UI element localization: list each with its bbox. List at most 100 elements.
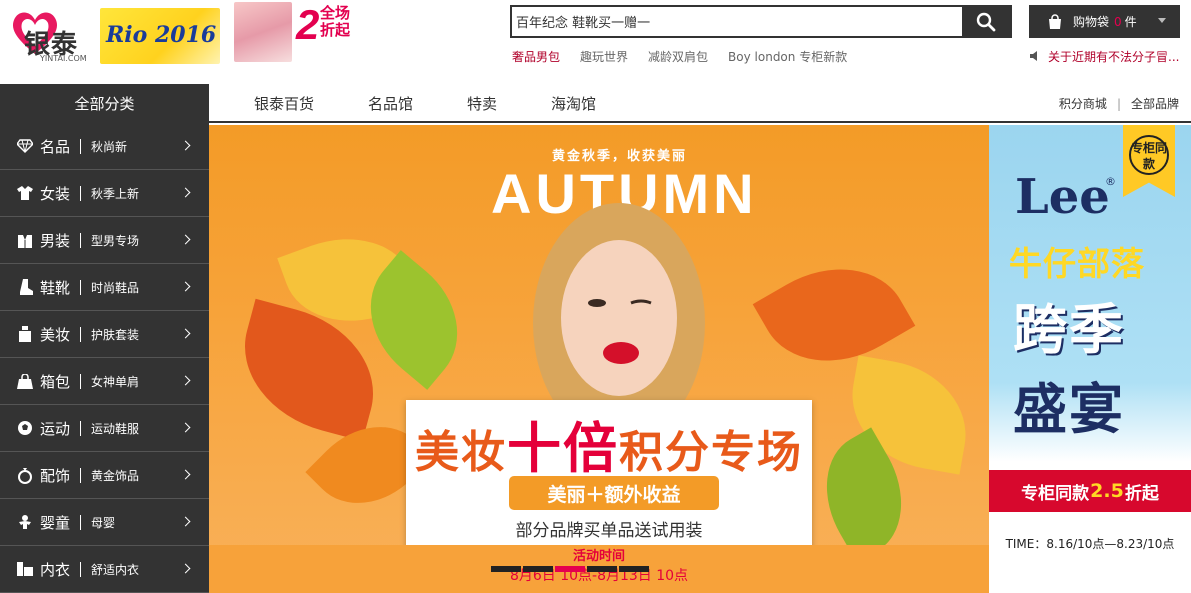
category-divider (80, 514, 82, 530)
nav-link-flash-sale[interactable]: 特卖 (467, 93, 497, 114)
cart-count: 0 (1114, 14, 1122, 29)
promo-model-image (234, 2, 292, 62)
search-button[interactable] (962, 7, 1010, 36)
top-promo-banner[interactable]: 2 全场 折起 (234, 2, 358, 62)
promo-pill: 美丽＋额外收益 (509, 476, 719, 510)
category-divider (80, 232, 82, 248)
category-name: 婴童 (40, 513, 71, 532)
category-divider (80, 561, 82, 577)
category-item-women[interactable]: 女装 秋季上新 (0, 170, 209, 217)
nav-link-yintai-dept[interactable]: 银泰百货 (254, 93, 314, 114)
rio-event-text: Rio 2016 (106, 22, 217, 48)
promo-headline: 美妆十倍积分专场 (406, 404, 812, 483)
chevron-right-icon (180, 140, 191, 151)
category-sub[interactable]: 女神单肩 (91, 373, 139, 390)
category-sub[interactable]: 运动鞋服 (91, 420, 139, 437)
category-name: 美妆 (40, 325, 71, 344)
category-name: 运动 (40, 419, 71, 438)
site-logo[interactable]: 银泰 YINTAI.COM Rio 2016 (2, 4, 220, 64)
nav-separator: | (1116, 96, 1121, 111)
carousel-dot[interactable] (523, 566, 553, 572)
hot-search-words: 奢品男包 趣玩世界 减龄双肩包 Boy london 专柜新款 (512, 48, 847, 65)
carousel-dot[interactable] (587, 566, 617, 572)
category-divider (80, 185, 82, 201)
lee-brand-logo: Lee (1015, 169, 1110, 225)
notice-text: 关于近期有不法分子冒... (1048, 49, 1180, 64)
main-nav: 全部分类 银泰百货 名品馆 特卖 海淘馆 积分商城 | 全部品牌 (0, 84, 1191, 123)
shopping-bag-icon (1049, 13, 1061, 29)
category-item-sports[interactable]: 运动 运动鞋服 (0, 405, 209, 452)
rio-event-logo[interactable]: Rio 2016 (100, 8, 220, 64)
chevron-right-icon (180, 516, 191, 527)
counter-badge: 专柜同款 (1129, 135, 1169, 175)
category-name: 名品 (40, 137, 71, 156)
baby-icon (17, 514, 33, 530)
chevron-right-icon (180, 469, 191, 480)
category-sub[interactable]: 型男专场 (91, 232, 139, 249)
page: 银泰 YINTAI.COM Rio 2016 2 全场 折起 奢品男包 趣玩世界… (0, 0, 1191, 593)
nav-link-all-brands[interactable]: 全部品牌 (1131, 95, 1179, 112)
hot-word-link[interactable]: Boy london 专柜新款 (728, 48, 847, 65)
main-carousel-banner[interactable]: 黄金秋季，收获美丽 AUTUMN 美妆十倍积分专场 美丽＋额外收益 部分品牌买单… (209, 125, 989, 593)
category-item-accessories[interactable]: 配饰 黄金饰品 (0, 452, 209, 499)
category-item-men[interactable]: 男装 型男专场 (0, 217, 209, 264)
category-sub[interactable]: 护肤套装 (91, 326, 139, 343)
hot-word-link[interactable]: 减龄双肩包 (648, 48, 708, 65)
chevron-right-icon (180, 187, 191, 198)
ball-icon (17, 420, 33, 436)
category-name: 内衣 (40, 560, 71, 579)
category-sub[interactable]: 母婴 (91, 514, 115, 531)
chevron-down-icon (1158, 18, 1166, 23)
underwear-icon (17, 561, 33, 577)
nav-link-points-mall[interactable]: 积分商城 (1059, 95, 1107, 112)
carousel-dot[interactable] (619, 566, 649, 572)
speaker-icon (1030, 51, 1037, 61)
chevron-right-icon (180, 563, 191, 574)
shopping-bag-button[interactable]: 购物袋 0 件 (1029, 5, 1180, 38)
search-input[interactable] (512, 7, 964, 36)
category-name: 男装 (40, 231, 71, 250)
category-item-shoes[interactable]: 鞋靴 时尚鞋品 (0, 264, 209, 311)
feast-title: 盛宴 (1013, 378, 1125, 441)
nav-link-brand-hall[interactable]: 名品馆 (368, 93, 413, 114)
category-sub[interactable]: 秋尚新 (91, 138, 127, 155)
headline-part: 美妆 (415, 427, 507, 478)
category-item-bags[interactable]: 箱包 女神单肩 (0, 358, 209, 405)
cosmetics-icon (17, 326, 33, 342)
handbag-icon (17, 373, 33, 389)
promo-subtext: 部分品牌买单品送试用装 (515, 521, 703, 541)
hot-word-link[interactable]: 趣玩世界 (580, 48, 628, 65)
chevron-right-icon (180, 375, 191, 386)
discount-suffix: 折起 (1124, 483, 1159, 504)
cart-unit: 件 (1124, 15, 1137, 29)
hot-word-link[interactable]: 奢品男包 (512, 48, 560, 65)
category-item-underwear[interactable]: 内衣 舒适内衣 (0, 546, 209, 593)
category-item-beauty[interactable]: 美妆 护肤套装 (0, 311, 209, 358)
category-sub[interactable]: 秋季上新 (91, 185, 139, 202)
mens-suit-icon (17, 232, 33, 248)
discount-number: 2.5 (1090, 480, 1124, 502)
cross-season-title: 跨季 (1013, 298, 1125, 361)
category-divider (80, 467, 82, 483)
carousel-dot[interactable] (491, 566, 521, 572)
activity-time-label: 活动时间 (572, 549, 625, 564)
diamond-icon (17, 138, 33, 154)
carousel-indicators (491, 566, 649, 572)
nav-link-overseas[interactable]: 海淘馆 (551, 93, 596, 114)
category-item-luxury[interactable]: 名品 秋尚新 (0, 123, 209, 170)
category-item-baby[interactable]: 婴童 母婴 (0, 499, 209, 546)
all-categories-button[interactable]: 全部分类 (0, 84, 209, 123)
promo-text: 全场 折起 (320, 5, 350, 39)
denim-tribe-title: 牛仔部落 (1009, 244, 1145, 283)
lee-side-ad[interactable]: 专柜同款 Lee ® 牛仔部落 跨季 盛宴 专柜同款 2.5 折起 TIME：8… (989, 125, 1191, 593)
nav-right-links: 积分商城 | 全部品牌 (1059, 84, 1179, 123)
carousel-dot-active[interactable] (555, 566, 585, 572)
site-notice[interactable]: 关于近期有不法分子冒... (1029, 47, 1191, 65)
category-sub[interactable]: 黄金饰品 (91, 467, 139, 484)
category-sub[interactable]: 舒适内衣 (91, 561, 139, 578)
category-divider (80, 373, 82, 389)
ring-icon (17, 467, 33, 484)
category-sub[interactable]: 时尚鞋品 (91, 279, 139, 296)
discount-text: 专柜同款 (1021, 483, 1090, 504)
boot-icon (17, 279, 33, 295)
